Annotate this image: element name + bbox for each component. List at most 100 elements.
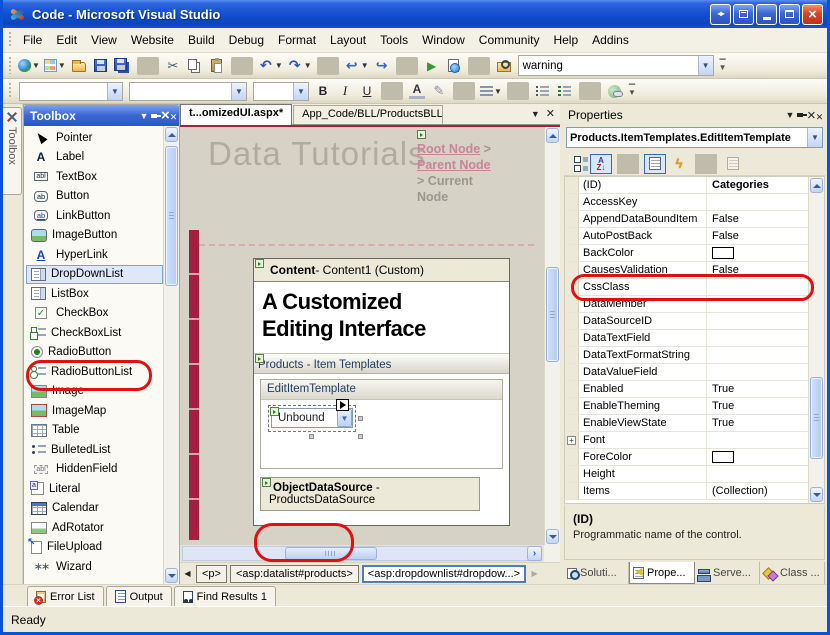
menu-item[interactable]: Community <box>472 30 547 50</box>
datalist-header[interactable]: Products - Item Templates <box>254 353 509 374</box>
property-row[interactable]: + DataSourceID <box>565 313 824 330</box>
scroll-up-icon[interactable] <box>546 128 559 143</box>
property-value[interactable]: Categories <box>707 179 808 191</box>
property-pages-button[interactable] <box>722 154 744 174</box>
toolbox-item[interactable]: abl TextBox <box>26 167 163 187</box>
property-row[interactable]: + AccessKey <box>565 194 824 211</box>
output-tab[interactable]: Find Results 1 <box>174 586 276 606</box>
tagnav-right-icon[interactable]: ▶ <box>529 569 540 578</box>
align-button[interactable]: ▼ <box>478 80 504 102</box>
menu-item[interactable]: Build <box>181 30 222 50</box>
menu-item[interactable]: Tools <box>373 30 415 50</box>
property-row[interactable]: + CssClass <box>565 279 824 296</box>
toolbox-item[interactable]: ✓ CheckBox <box>26 304 163 324</box>
toolbox-item[interactable]: Calendar <box>26 499 163 519</box>
paste-button[interactable]: ▼ <box>206 55 228 77</box>
toolbox-item[interactable]: ab LinkButton <box>26 206 163 226</box>
toolbox-item[interactable]: FileUpload <box>26 538 163 558</box>
menu-item[interactable]: Addins <box>585 30 636 50</box>
property-row[interactable]: + Height <box>565 466 824 483</box>
scrollbar-thumb[interactable] <box>285 547 377 560</box>
tool-window-tab[interactable]: Class ... <box>760 562 825 584</box>
underline-button[interactable]: U▼ <box>356 80 378 102</box>
resize-handle[interactable] <box>309 434 314 439</box>
scroll-right-icon[interactable]: › <box>527 546 542 561</box>
color-swatch[interactable] <box>712 451 734 463</box>
highlight-button[interactable]: ▼ <box>428 80 450 102</box>
navigate-forward-button[interactable]: ▼ <box>371 55 393 77</box>
events-button[interactable] <box>668 154 690 174</box>
chevron-down-icon[interactable]: ▼ <box>807 128 822 147</box>
bullets-button[interactable]: ▼ <box>532 80 554 102</box>
toolbox-item[interactable]: Literal <box>26 479 163 499</box>
menu-item[interactable]: View <box>84 30 124 50</box>
undo-button[interactable]: ▼ <box>256 55 285 77</box>
find-combo[interactable]: warning ▼ <box>518 55 714 76</box>
scroll-up-icon[interactable] <box>810 178 823 193</box>
scroll-down-icon[interactable] <box>165 568 178 583</box>
toolbox-item[interactable]: RadioButtonList <box>26 362 163 382</box>
window-position-menu-icon[interactable]: ▼ <box>137 111 151 121</box>
close-button[interactable] <box>802 4 823 25</box>
window-position-menu-icon[interactable]: ▼ <box>783 110 797 120</box>
property-value[interactable]: True <box>707 417 808 429</box>
toolbar-grip[interactable] <box>8 57 13 75</box>
minimize-button[interactable] <box>756 4 777 25</box>
close-icon[interactable]: ✕ <box>807 107 821 124</box>
window-switch-button[interactable] <box>710 4 731 25</box>
property-row[interactable]: + DataTextFormatString <box>565 347 824 364</box>
menu-item[interactable]: Window <box>415 30 472 50</box>
property-row[interactable]: + Enabled True <box>565 381 824 398</box>
scroll-down-icon[interactable] <box>546 529 559 544</box>
toolbox-item[interactable]: ImageButton <box>26 226 163 246</box>
navigate-back-button[interactable]: ▼ <box>342 55 371 77</box>
toolbox-item[interactable]: DropDownList <box>26 265 163 285</box>
menu-item[interactable]: Edit <box>49 30 84 50</box>
style-combo[interactable]: ▼ <box>19 82 123 101</box>
pin-icon[interactable] <box>797 110 807 120</box>
design-vertical-scrollbar[interactable] <box>544 127 560 545</box>
scrollbar-thumb[interactable] <box>165 146 178 286</box>
copy-button[interactable]: ▼ <box>184 55 206 77</box>
tag-navigator-item[interactable]: <asp:datalist#products> <box>230 565 359 583</box>
property-value[interactable] <box>707 451 808 463</box>
property-row[interactable]: + EnableTheming True <box>565 398 824 415</box>
smart-tag-button[interactable] <box>336 399 349 411</box>
toolbox-item[interactable]: CheckBoxList <box>26 323 163 343</box>
menu-item[interactable]: Layout <box>323 30 373 50</box>
chevron-down-icon[interactable]: ▼ <box>698 56 713 75</box>
toolbox-item[interactable]: ListBox <box>26 284 163 304</box>
propertygrid-scrollbar[interactable] <box>808 177 824 503</box>
bold-button[interactable]: B▼ <box>312 80 334 102</box>
font-color-button[interactable]: A▼ <box>406 80 428 102</box>
toolbox-item[interactable]: Table <box>26 421 163 441</box>
output-tab[interactable]: Output <box>106 586 172 606</box>
toolbox-item[interactable]: ImageMap <box>26 401 163 421</box>
toolbox-scrollbar[interactable] <box>163 126 179 584</box>
breadcrumb-node[interactable]: Root Node > <box>417 142 491 156</box>
chevron-down-icon[interactable]: ▼ <box>107 83 122 100</box>
output-tab[interactable]: Error List <box>27 586 104 606</box>
maximize-button[interactable] <box>779 4 800 25</box>
close-icon[interactable]: ✕ <box>161 107 175 124</box>
property-row[interactable]: + Items (Collection) <box>565 483 824 500</box>
toolbox-item[interactable]: Pointer <box>26 128 163 148</box>
chevron-down-icon[interactable]: ▼ <box>293 83 308 100</box>
property-value[interactable]: True <box>707 400 808 412</box>
property-value[interactable]: True <box>707 383 808 395</box>
chevron-down-icon[interactable]: ▼ <box>337 409 352 427</box>
toolbox-autohide-tab[interactable]: Toolbox <box>3 107 22 195</box>
properties-view-button[interactable] <box>644 154 666 174</box>
alphabetical-sort-button[interactable] <box>590 154 612 174</box>
property-row[interactable]: + BackColor <box>565 245 824 262</box>
menu-item[interactable]: Debug <box>222 30 271 50</box>
cut-button[interactable]: ▼ <box>162 55 184 77</box>
toolbox-item[interactable]: A Label <box>26 148 163 168</box>
hyperlink-button[interactable]: ▼ <box>604 80 626 102</box>
new-website-button[interactable]: ▼ <box>16 55 42 77</box>
property-value[interactable] <box>707 247 808 259</box>
categorized-button[interactable] <box>566 154 588 174</box>
design-horizontal-scrollbar[interactable]: › <box>180 545 560 562</box>
tool-window-tab[interactable]: Prope... <box>629 562 695 584</box>
menu-item[interactable]: File <box>16 30 49 50</box>
